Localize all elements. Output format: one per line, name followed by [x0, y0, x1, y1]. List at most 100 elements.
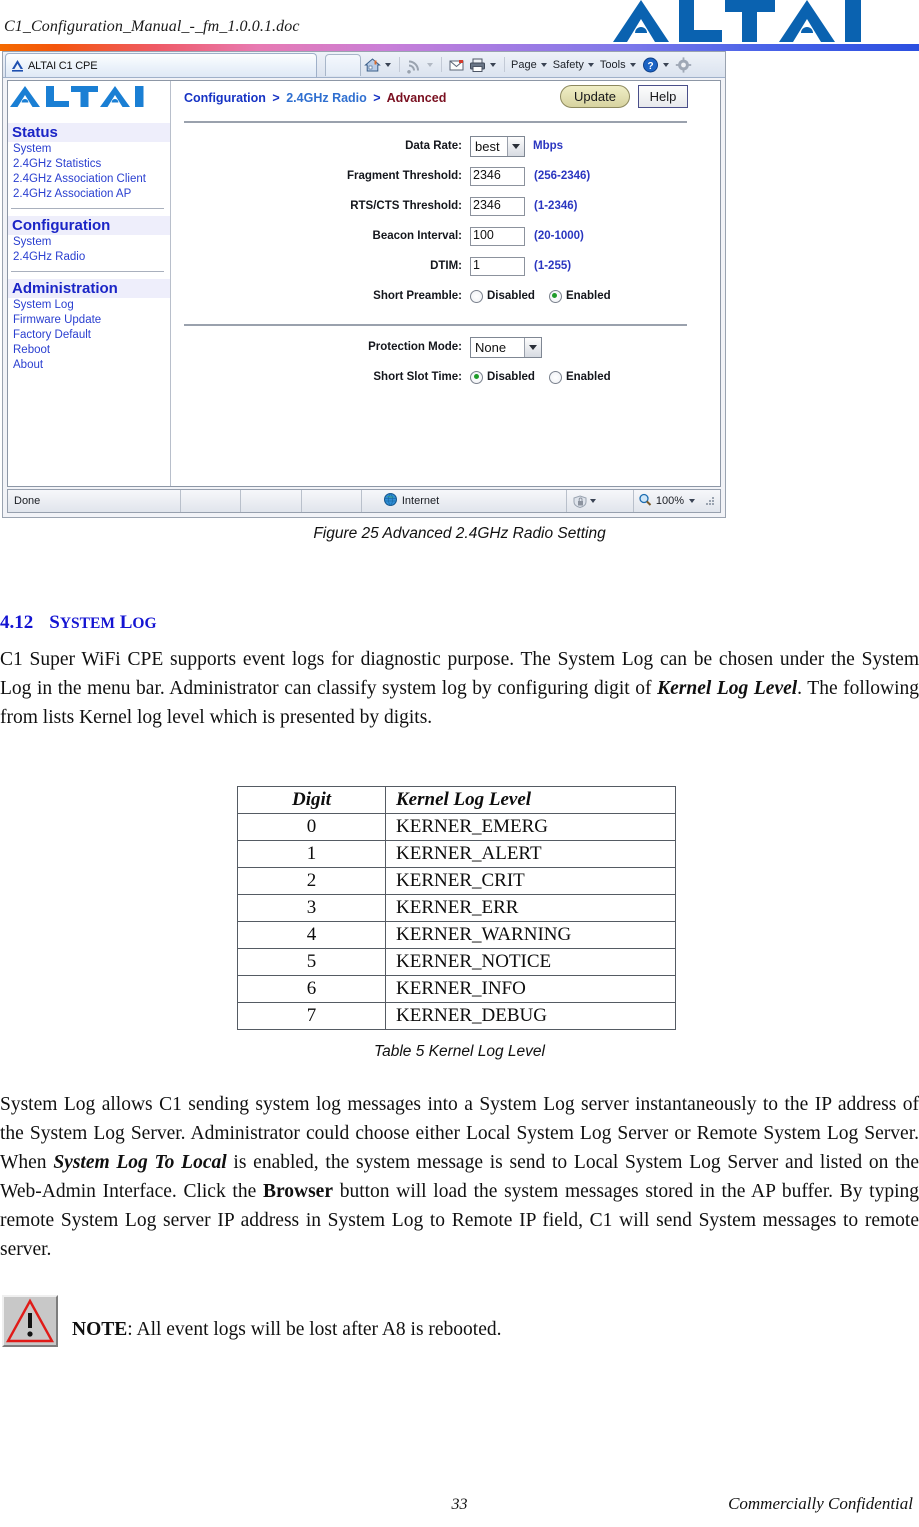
- resize-grip-icon[interactable]: [704, 495, 716, 507]
- document-page-header: C1_Configuration_Manual_-_fm_1.0.0.1.doc: [0, 0, 919, 42]
- table-caption: Table 5 Kernel Log Level: [374, 1043, 545, 1060]
- para2-emphasis-system-log-to-local: System Log To Local: [53, 1152, 227, 1173]
- breadcrumb-mid[interactable]: 2.4GHz Radio: [286, 91, 367, 105]
- short-slot-time-enabled-option[interactable]: Enabled: [548, 370, 611, 384]
- sidebar-item-system-config[interactable]: System: [8, 235, 170, 250]
- section-number: 4.12: [0, 612, 34, 633]
- short-slot-time-disabled-option[interactable]: Disabled: [470, 370, 535, 384]
- chevron-down-icon[interactable]: [524, 337, 541, 357]
- radio-unselected-icon[interactable]: [470, 289, 483, 303]
- table-row: 5 KERNER_NOTICE: [237, 948, 676, 976]
- sidebar-item-firmware-update[interactable]: Firmware Update: [8, 313, 170, 328]
- breadcrumb-separator: >: [373, 91, 381, 105]
- sidebar-item-reboot[interactable]: Reboot: [8, 343, 170, 358]
- short-slot-time-enabled-label: Enabled: [565, 371, 611, 383]
- short-preamble-disabled-option[interactable]: Disabled: [470, 289, 535, 303]
- help-icon[interactable]: ?: [641, 56, 660, 74]
- data-rate-select[interactable]: best: [470, 135, 525, 157]
- home-dropdown-caret-icon[interactable]: [385, 62, 391, 67]
- sidebar-item-factory-default[interactable]: Factory Default: [8, 328, 170, 343]
- breadcrumb-root[interactable]: Configuration: [184, 91, 266, 105]
- radio-unselected-icon[interactable]: [548, 370, 562, 384]
- table-header-digit: Digit: [237, 786, 386, 814]
- kernel-log-level-table: Digit Kernel Log Level 0 KERNER_EMERG 1 KE…: [237, 786, 676, 1030]
- sidebar-item-system-status[interactable]: System: [8, 142, 170, 157]
- table-row: 7 KERNER_DEBUG: [237, 1002, 676, 1030]
- safety-dropdown-caret-icon[interactable]: [587, 62, 594, 67]
- print-dropdown-caret-icon[interactable]: [490, 62, 496, 67]
- short-slot-time-disabled-label: Disabled: [487, 371, 535, 383]
- sidebar-item-about[interactable]: About: [8, 358, 170, 373]
- cell-level: KERNER_ERR: [385, 894, 676, 922]
- rss-icon[interactable]: [405, 56, 424, 74]
- data-rate-value: best: [475, 138, 500, 154]
- security-zone-indicator[interactable]: Internet: [362, 490, 567, 512]
- status-text: Done: [8, 490, 181, 512]
- browser-tab-title: ALTAI C1 CPE: [28, 59, 98, 72]
- paragraph-system-log-intro: C1 Super WiFi CPE supports event logs fo…: [0, 645, 919, 732]
- table-header-row: Digit Kernel Log Level: [237, 786, 676, 814]
- gear-icon[interactable]: [674, 56, 693, 74]
- form-row-rts-cts-threshold: RTS/CTS Threshold: 2346 (1-2346): [172, 191, 720, 221]
- protected-mode-caret-icon[interactable]: [589, 499, 596, 503]
- protected-mode-indicator[interactable]: [567, 490, 634, 512]
- form-row-beacon-interval: Beacon Interval: 100 (20-1000): [172, 221, 720, 251]
- browser-viewport: Status System 2.4GHz Statistics 2.4GHz A…: [7, 80, 721, 487]
- cell-digit: 4: [237, 921, 386, 949]
- printer-icon[interactable]: [468, 56, 487, 74]
- menu-page[interactable]: Page: [510, 59, 538, 71]
- section-title-ystem: YSTEM: [59, 615, 115, 632]
- rss-dropdown-caret-icon[interactable]: [427, 62, 433, 67]
- zoom-control[interactable]: 100%: [634, 493, 720, 509]
- form-row-data-rate: Data Rate: best Mbps: [172, 131, 720, 161]
- cell-level: KERNER_EMERG: [385, 813, 676, 841]
- protection-mode-select[interactable]: None: [470, 336, 542, 358]
- form-row-short-slot-time: Short Slot Time: Disabled Enabled: [172, 362, 720, 392]
- new-tab-button[interactable]: [325, 54, 361, 76]
- short-preamble-enabled-option[interactable]: Enabled: [548, 289, 611, 303]
- help-button[interactable]: Help: [638, 85, 688, 108]
- magnifier-icon: [638, 493, 652, 509]
- radio-selected-icon[interactable]: [470, 370, 483, 384]
- home-icon[interactable]: [363, 56, 382, 74]
- sidebar-group-status: Status: [8, 123, 170, 142]
- browser-tab-altai-c1-cpe[interactable]: ALTAI C1 CPE: [5, 53, 317, 77]
- radio-selected-icon[interactable]: [548, 289, 562, 303]
- sidebar-item-system-log[interactable]: System Log: [8, 298, 170, 313]
- webui-content: Configuration > 2.4GHz Radio > Advanced …: [172, 81, 720, 486]
- sidebar-group-configuration: Configuration: [8, 216, 170, 235]
- note-label: NOTE: [72, 1319, 128, 1340]
- short-slot-time-radio-group: Disabled Enabled: [470, 370, 611, 384]
- sidebar-item-24ghz-association-ap[interactable]: 2.4GHz Association AP: [8, 187, 170, 202]
- sidebar-divider: [11, 271, 164, 272]
- menu-safety[interactable]: Safety: [552, 59, 585, 71]
- fragment-threshold-input[interactable]: 2346: [470, 166, 525, 186]
- zoom-level: 100%: [655, 495, 684, 507]
- cell-digit: 6: [237, 975, 386, 1003]
- browser-command-bar: Page Safety Tools ?: [363, 52, 693, 77]
- altai-logo: [613, 0, 919, 42]
- page-dropdown-caret-icon[interactable]: [540, 62, 547, 67]
- rts-cts-threshold-input[interactable]: 2346: [470, 196, 525, 216]
- help-dropdown-caret-icon[interactable]: [662, 62, 669, 67]
- sidebar-item-24ghz-radio[interactable]: 2.4GHz Radio: [8, 250, 170, 265]
- paragraph-system-log-detail: System Log allows C1 sending system log …: [0, 1090, 919, 1264]
- table-header-kernel-log-level: Kernel Log Level: [385, 786, 676, 814]
- update-button[interactable]: Update: [560, 85, 630, 108]
- dtim-input[interactable]: 1: [470, 256, 525, 276]
- cell-digit: 7: [237, 1002, 386, 1030]
- zoom-caret-icon[interactable]: [688, 499, 695, 503]
- label-rts-cts-threshold: RTS/CTS Threshold:: [350, 200, 462, 212]
- section-title-s: S: [49, 612, 60, 633]
- chevron-down-icon[interactable]: [507, 136, 524, 156]
- cell-level: KERNER_CRIT: [385, 867, 676, 895]
- tools-dropdown-caret-icon[interactable]: [629, 62, 636, 67]
- beacon-interval-input[interactable]: 100: [470, 226, 525, 246]
- browser-window: ALTAI C1 CPE Page Safety Tools ? Status …: [2, 51, 726, 518]
- sidebar-item-24ghz-statistics[interactable]: 2.4GHz Statistics: [8, 157, 170, 172]
- sidebar-item-24ghz-association-client[interactable]: 2.4GHz Association Client: [8, 172, 170, 187]
- menu-tools[interactable]: Tools: [599, 59, 627, 71]
- protection-mode-value: None: [475, 339, 507, 355]
- mail-icon[interactable]: [447, 56, 466, 74]
- cell-digit: 0: [237, 813, 386, 841]
